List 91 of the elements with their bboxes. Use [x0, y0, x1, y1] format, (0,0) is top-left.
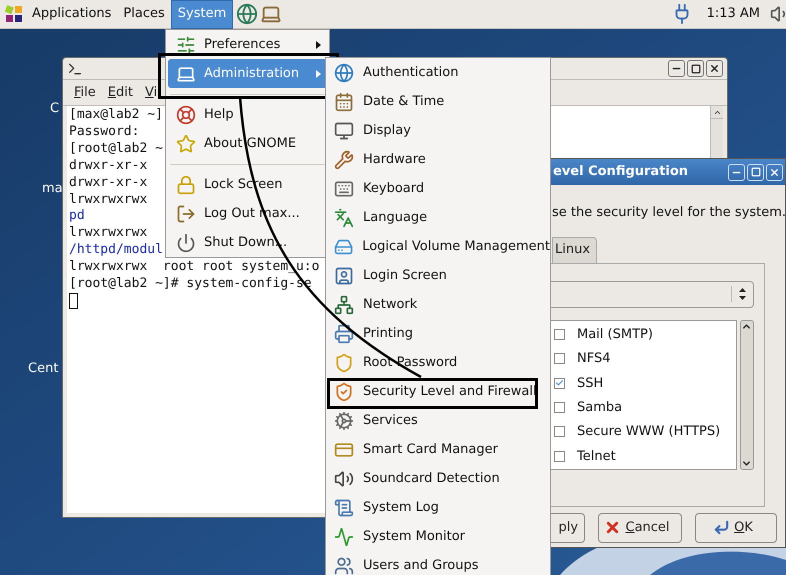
service-label: Mail (SMTP) — [577, 326, 653, 344]
monitor-graph-icon — [334, 526, 354, 546]
menu-item[interactable]: About GNOME — [168, 129, 327, 158]
lock-icon — [176, 174, 196, 194]
minimize-button[interactable] — [668, 60, 685, 77]
keyboard-icon — [334, 178, 354, 198]
terminal-line: [root@lab2 ~ — [69, 140, 163, 158]
clock[interactable]: 1:13 AM — [706, 4, 760, 24]
text-cursor — [69, 292, 78, 309]
menu-item[interactable]: Users and Groups — [326, 551, 550, 575]
close-icon — [769, 166, 780, 178]
menu-item[interactable]: Root Password — [326, 348, 550, 377]
menu-item[interactable]: File — [74, 82, 96, 102]
network-icon — [334, 294, 354, 314]
menu-item[interactable]: Help — [168, 100, 327, 129]
web-browser-icon[interactable] — [236, 3, 258, 25]
checkbox[interactable] — [554, 329, 565, 340]
speaker-icon — [334, 468, 354, 488]
menu-item[interactable]: Login Screen — [326, 261, 550, 290]
badge-icon — [334, 352, 354, 372]
terminal-icon — [67, 60, 83, 76]
menu-item[interactable]: Logical Volume Management — [326, 232, 550, 261]
menu-item[interactable]: Edit — [108, 82, 133, 102]
close-icon — [709, 63, 720, 74]
menu-item[interactable]: Printing — [326, 319, 550, 348]
distro-logo-icon — [5, 5, 23, 23]
terminal-line: Password: — [69, 124, 140, 141]
user-screen-icon — [334, 266, 354, 286]
menu-item[interactable]: Network — [326, 290, 550, 319]
dialog-button[interactable]: OK — [694, 512, 777, 542]
desktop-icon-label[interactable]: ma — [42, 179, 63, 198]
log-icon — [334, 498, 354, 518]
terminal-line: lrwxrwxrwx — [69, 225, 148, 242]
terminal-line: drwxr-xr-x — [69, 158, 148, 175]
close-button[interactable] — [706, 60, 723, 77]
menu-item[interactable]: Language — [326, 203, 550, 232]
printer-icon — [334, 324, 354, 344]
menu-item[interactable]: Vi — [144, 82, 158, 102]
terminal-line: /httpd/modul — [69, 242, 163, 260]
menu-item[interactable]: Administration — [168, 59, 327, 88]
terminal-line: lrwxrwxrwx — [69, 192, 148, 208]
shield-icon — [334, 382, 354, 402]
maximize-icon — [750, 167, 760, 177]
sliders-icon — [176, 34, 196, 54]
panel-menu[interactable]: System — [170, 0, 234, 28]
speaker-icon[interactable] — [770, 4, 786, 24]
service-label: Secure WWW (HTTPS) — [577, 423, 720, 442]
dialog-button[interactable]: Cancel — [598, 512, 682, 542]
service-label: Samba — [577, 398, 622, 417]
menu-item[interactable]: Keyboard — [326, 174, 550, 203]
menu-item[interactable]: Authentication — [326, 58, 550, 87]
checkbox[interactable] — [554, 353, 565, 364]
globe-icon — [334, 62, 354, 82]
power-icon — [176, 232, 196, 252]
service-label: SSH — [577, 374, 604, 393]
service-label: NFS4 — [577, 350, 610, 368]
menu-item[interactable]: Smart Card Manager — [326, 435, 550, 464]
star-icon — [176, 134, 196, 154]
panel-menu[interactable]: Places — [117, 0, 171, 28]
users-icon — [334, 556, 354, 575]
checkbox[interactable] — [554, 378, 565, 389]
logout-icon — [176, 204, 196, 224]
maximize-icon — [690, 64, 700, 74]
calendar-icon — [334, 92, 354, 112]
menu-item[interactable]: Display — [326, 116, 550, 145]
desktop-icon-label[interactable]: C — [50, 99, 60, 118]
checkbox[interactable] — [554, 402, 565, 414]
wrench-icon — [334, 150, 354, 170]
terminal-line: drwxr-xr-x — [69, 174, 148, 192]
description-text: se the security level for the system. — [551, 204, 785, 222]
menu-item[interactable]: Hardware — [326, 145, 550, 174]
terminal-line: pd — [69, 208, 85, 226]
enter-arrow-icon — [713, 519, 730, 536]
checkbox[interactable] — [554, 426, 565, 438]
maximize-button[interactable] — [687, 60, 704, 77]
terminal-line: [max@lab2 ~] — [69, 107, 163, 124]
tab[interactable]: Linux — [552, 236, 598, 262]
panel-menu[interactable]: Applications — [26, 0, 118, 28]
checkbox[interactable] — [554, 450, 565, 462]
scrollbar[interactable] — [740, 320, 754, 470]
language-icon — [334, 208, 354, 228]
desktop-icon-label[interactable]: Cent — [28, 359, 58, 378]
menu-item[interactable]: Date & Time — [326, 87, 550, 116]
lifebuoy-icon — [176, 104, 196, 124]
window-title: evel Configuration — [553, 163, 688, 182]
spinner-icon — [731, 286, 747, 302]
menu-item[interactable]: Services — [326, 406, 550, 435]
gear-icon — [334, 410, 354, 430]
monitor-icon — [334, 120, 354, 140]
menu-item[interactable]: Soundcard Detection — [326, 464, 550, 493]
service-label: Telnet — [577, 448, 616, 466]
